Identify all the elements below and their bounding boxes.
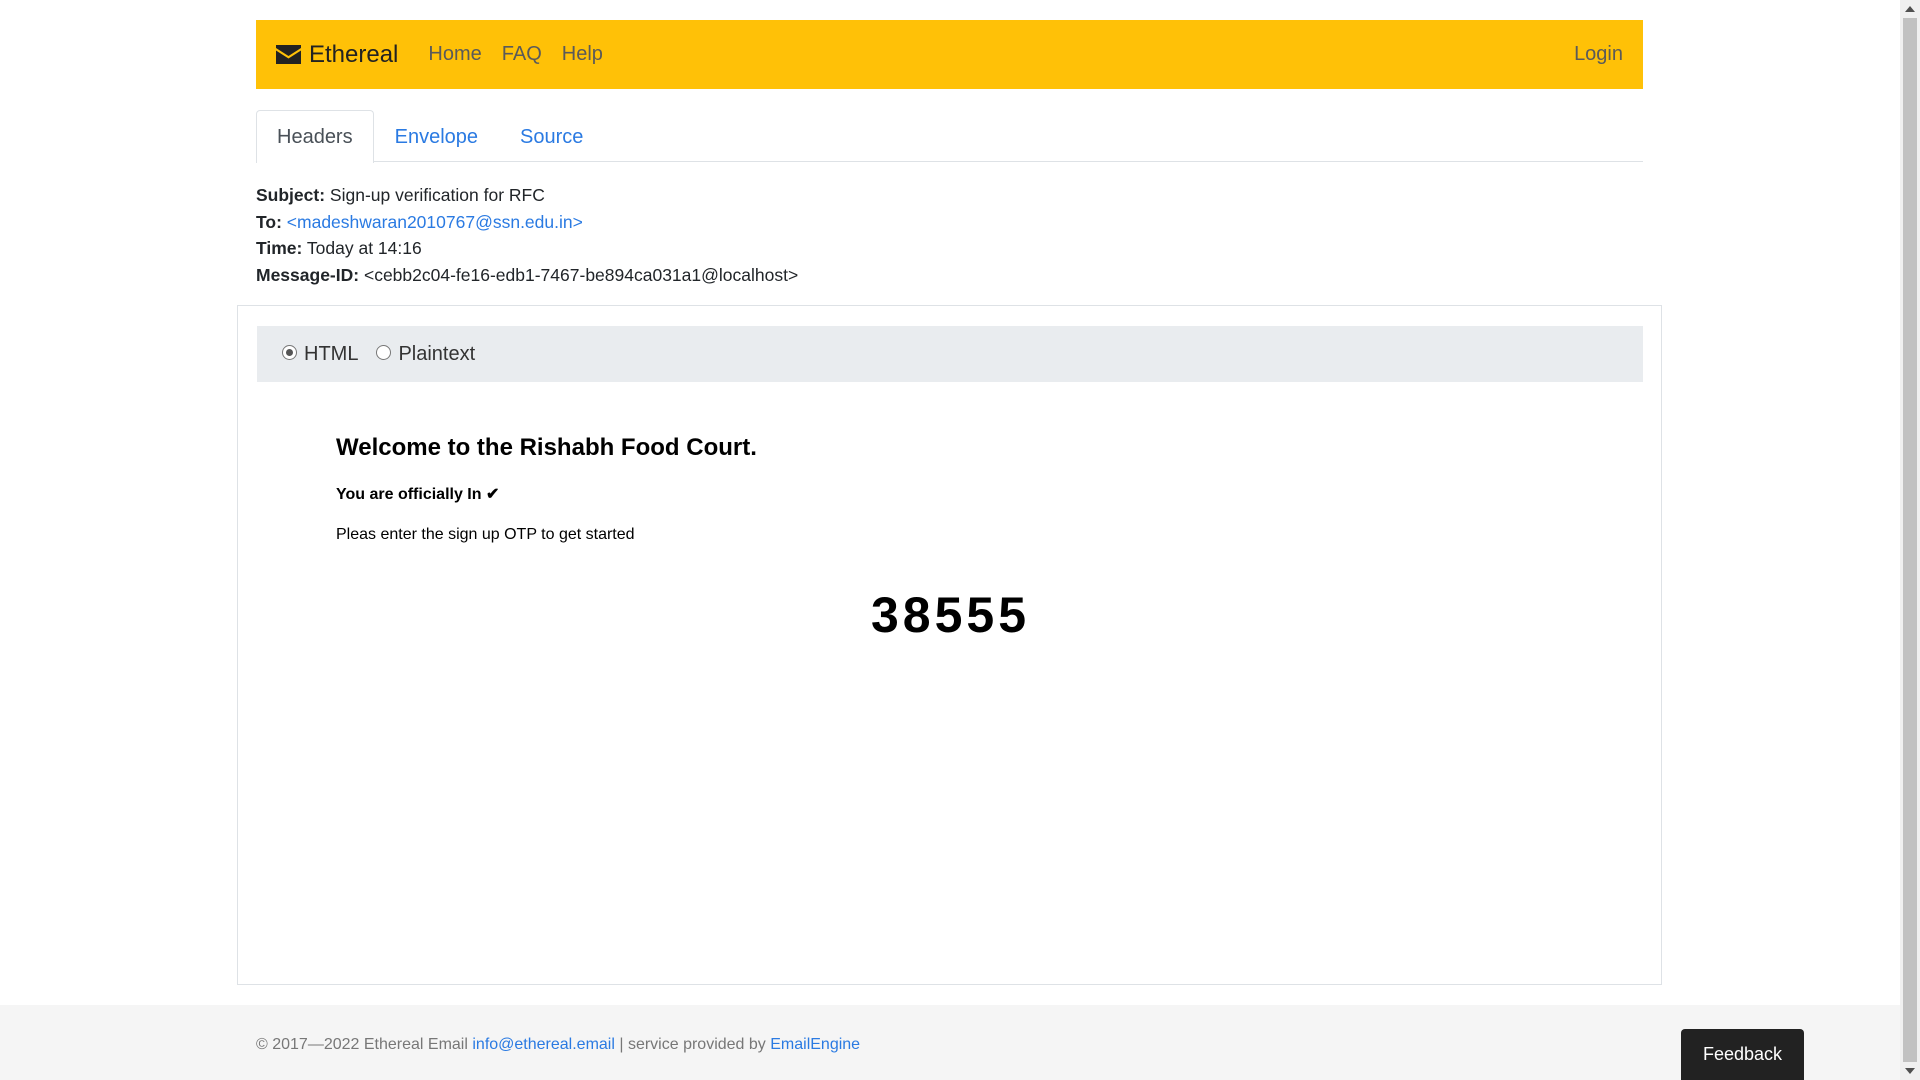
plaintext-radio[interactable] — [376, 344, 392, 360]
scroll-thumb[interactable] — [1903, 18, 1917, 1062]
tab-source[interactable]: Source — [499, 110, 604, 162]
top-navbar: Ethereal Home FAQ Help Login — [256, 20, 1643, 89]
feedback-button[interactable]: Feedback — [1681, 1029, 1804, 1080]
message-id-label: Message-ID: — [256, 264, 360, 285]
subject-row: Subject: Sign-up verification for RFC — [256, 182, 798, 209]
otp-code: 38555 — [870, 587, 1031, 643]
view-html-option[interactable]: HTML — [282, 343, 358, 366]
time-value: Today at 14:16 — [306, 238, 422, 258]
page-footer: © 2017—2022 Ethereal Email info@ethereal… — [0, 1005, 1900, 1080]
footer-copyright: © 2017—2022 Ethereal Email — [256, 1036, 473, 1053]
footer-provider-link[interactable]: EmailEngine — [770, 1036, 860, 1053]
message-headers: Subject: Sign-up verification for RFC To… — [256, 182, 798, 288]
tab-headers[interactable]: Headers — [256, 110, 374, 163]
tab-envelope[interactable]: Envelope — [374, 110, 499, 162]
email-subtitle: You are officially In ✔ — [336, 486, 500, 503]
footer-email-link[interactable]: info@ethereal.email — [472, 1036, 615, 1053]
message-tabs: Headers Envelope Source — [256, 110, 1643, 163]
scroll-down-icon[interactable] — [1905, 1068, 1915, 1074]
to-address-link[interactable]: <madeshwaran2010767@ssn.edu.in> — [287, 212, 583, 232]
subject-value: Sign-up verification for RFC — [329, 185, 545, 205]
nav-help[interactable]: Help — [562, 43, 603, 66]
envelope-icon — [276, 45, 301, 64]
plaintext-radio-label: Plaintext — [398, 342, 476, 365]
to-label: To: — [256, 211, 282, 232]
email-text: Pleas enter the sign up OTP to get start… — [336, 526, 635, 543]
email-title: Welcome to the Rishabh Food Court. — [336, 434, 757, 461]
brand-link[interactable]: Ethereal — [276, 41, 398, 69]
brand-name: Ethereal — [309, 40, 399, 68]
message-preview: HTML Plaintext Welcome to the Rishabh Fo… — [237, 305, 1662, 985]
email-content: Welcome to the Rishabh Food Court. You a… — [336, 434, 757, 544]
html-radio[interactable] — [282, 344, 297, 360]
html-radio-label: HTML — [304, 342, 359, 365]
message-id-value: <cebb2c04-fe16-edb1-7467-be894ca031a1@lo… — [363, 264, 799, 285]
to-row: To: <madeshwaran2010767@ssn.edu.in> — [256, 209, 798, 236]
scroll-up-icon[interactable] — [1905, 6, 1915, 12]
message-id-row: Message-ID: <cebb2c04-fe16-edb1-7467-be8… — [256, 262, 798, 289]
view-plaintext-option[interactable]: Plaintext — [376, 343, 475, 366]
footer-text: © 2017—2022 Ethereal Email info@ethereal… — [256, 1036, 860, 1054]
footer-separator: | service provided by — [614, 1036, 771, 1053]
login-link[interactable]: Login — [1574, 43, 1623, 66]
vertical-scrollbar[interactable] — [1900, 0, 1920, 1080]
subject-label: Subject: — [256, 185, 326, 205]
nav-faq[interactable]: FAQ — [502, 43, 542, 66]
time-label: Time: — [256, 238, 303, 258]
view-mode-bar: HTML Plaintext — [257, 326, 1643, 382]
time-row: Time: Today at 14:16 — [256, 235, 798, 262]
nav-home[interactable]: Home — [428, 43, 481, 66]
